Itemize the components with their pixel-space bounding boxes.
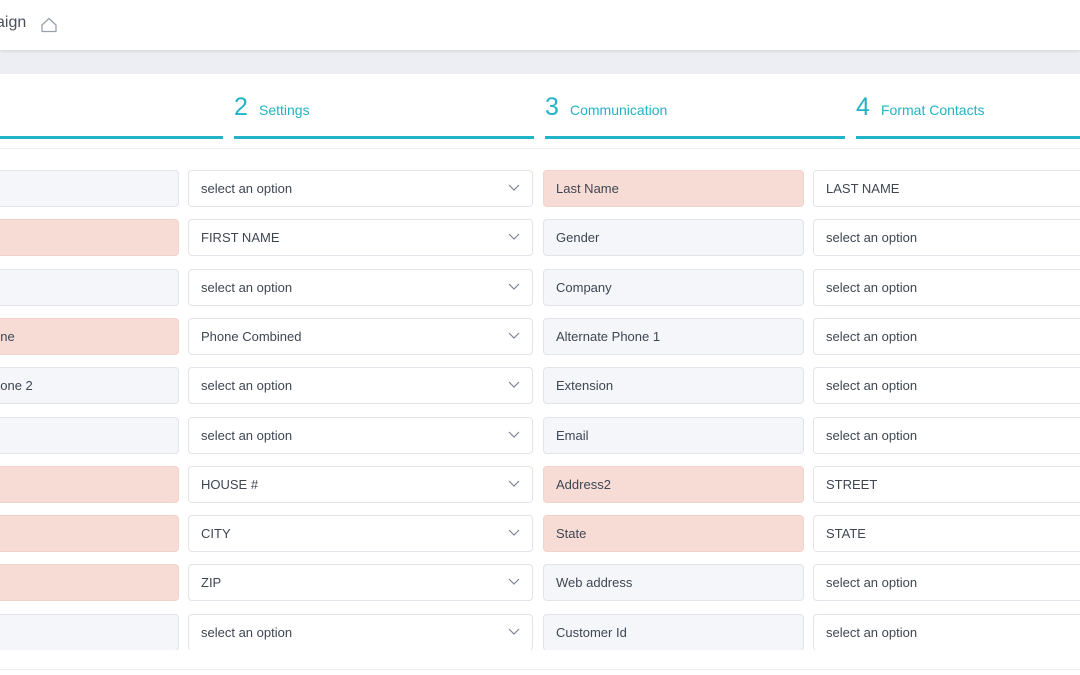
mapping-select[interactable]: select an option [188, 170, 533, 207]
mapping-row: select an option Email select an option [0, 416, 1080, 454]
mapping-select[interactable]: FIRST NAME [188, 219, 533, 257]
mapping-select[interactable]: select an option [813, 613, 1080, 650]
mapping-select[interactable]: select an option [188, 613, 533, 650]
top-bar: aign [0, 0, 1080, 50]
source-field-label: Company [543, 268, 804, 306]
source-field-label: hone 2 [0, 367, 179, 405]
mapping-select[interactable]: STATE [813, 515, 1080, 553]
mapping-row: e ZIP Web address select an option [0, 564, 1080, 602]
mapping-select[interactable]: select an option [813, 268, 1080, 306]
mapping-select[interactable]: select an option [813, 564, 1080, 602]
mapping-select[interactable]: select an option [813, 416, 1080, 454]
select-value: select an option [826, 624, 918, 640]
source-field-label: e [0, 564, 179, 602]
source-field-label: one [0, 317, 179, 355]
page-title: aign [0, 14, 27, 31]
mapping-select[interactable]: STREET [813, 465, 1080, 503]
chevron-down-icon [508, 184, 520, 191]
chevron-down-icon [508, 381, 520, 389]
chevron-down-icon [508, 431, 520, 438]
select-value: select an option [201, 427, 293, 443]
step-format-contacts-tab[interactable]: 4 Format Contacts [856, 92, 1080, 139]
chevron-down-icon [508, 628, 520, 635]
mapping-select[interactable]: select an option [188, 367, 533, 405]
chevron-down-icon [508, 578, 520, 586]
select-value: select an option [826, 575, 918, 591]
select-value: FIRST NAME [201, 230, 280, 246]
wizard-steps: 2 Settings 3 Communication 4 Format Cont… [0, 74, 1080, 149]
mapping-select[interactable]: Phone Combined [188, 317, 533, 355]
mapping-select[interactable]: select an option [813, 317, 1080, 355]
home-icon[interactable] [40, 16, 58, 34]
mapping-select[interactable]: select an option [813, 219, 1080, 257]
mapping-row: hone 2 select an option Extension select an… [0, 367, 1080, 405]
step-label: Format Contacts [881, 102, 985, 118]
step-label: Settings [259, 102, 310, 118]
mapping-row: CITY State STATE [0, 515, 1080, 553]
chevron-down-icon [508, 332, 520, 339]
mapping-row: FIRST NAME Gender select an option [0, 219, 1080, 257]
mapping-row: select an option Customer Id select an opt… [0, 613, 1080, 650]
source-field-label [0, 219, 179, 257]
select-value: select an option [201, 378, 293, 394]
source-field-label: Gender [543, 219, 804, 257]
source-field-label: Email [543, 416, 804, 454]
mapping-select[interactable]: select an option [813, 367, 1080, 405]
select-value: ZIP [201, 575, 222, 591]
select-value: select an option [201, 279, 293, 295]
mapping-select[interactable]: ZIP [188, 564, 533, 602]
chevron-down-icon [508, 480, 520, 487]
mapping-select[interactable]: select an option [188, 416, 533, 454]
step-communication-tab[interactable]: 3 Communication [545, 92, 845, 139]
mapping-select[interactable]: select an option [188, 268, 533, 306]
source-field-label: State [543, 515, 804, 553]
select-value: CITY [201, 526, 231, 542]
step-number: 4 [856, 93, 870, 121]
step-1-tab[interactable] [0, 92, 223, 139]
select-value: select an option [826, 427, 918, 443]
source-field-label [0, 515, 179, 553]
select-value: select an option [826, 328, 918, 344]
select-value: select an option [826, 230, 918, 246]
source-field-label: Customer Id [543, 613, 804, 650]
select-value: select an option [826, 279, 918, 295]
divider [0, 669, 1080, 670]
source-field-label: Web address [543, 564, 804, 602]
source-field-label [0, 170, 179, 207]
source-field-label [0, 268, 179, 306]
select-value: STATE [826, 526, 866, 542]
select-value: select an option [826, 378, 918, 394]
mapping-row: HOUSE # Address2 STREET [0, 465, 1080, 503]
step-settings-tab[interactable]: 2 Settings [234, 92, 534, 139]
mapping-row: select an option Last Name LAST NAME [0, 170, 1080, 207]
select-value: HOUSE # [201, 476, 259, 492]
select-value: LAST NAME [826, 181, 900, 196]
source-field-label [0, 465, 179, 503]
step-number: 3 [545, 93, 559, 121]
mapping-select[interactable]: LAST NAME [813, 170, 1080, 207]
chevron-down-icon [508, 283, 520, 290]
mapping-row: select an option Company select an option [0, 268, 1080, 306]
select-value: Phone Combined [201, 328, 302, 344]
select-value: select an option [201, 181, 293, 196]
source-field-label: Alternate Phone 1 [543, 317, 804, 355]
source-field-label: Last Name [543, 170, 804, 207]
mapping-select[interactable]: HOUSE # [188, 465, 533, 503]
wizard-panel: 2 Settings 3 Communication 4 Format Cont… [0, 74, 1080, 675]
select-value: select an option [201, 624, 293, 640]
source-field-label [0, 613, 179, 650]
chevron-down-icon [508, 529, 520, 536]
chevron-down-icon [508, 233, 520, 241]
source-field-label: Address2 [543, 465, 804, 503]
mapping-row: one Phone Combined Alternate Phone 1 select… [0, 317, 1080, 355]
source-field-label [0, 416, 179, 454]
field-mapping-list: select an option Last Name LAST NAME FIRST … [0, 170, 1080, 650]
source-field-label: Extension [543, 367, 804, 405]
step-number: 2 [234, 93, 248, 121]
select-value: STREET [826, 476, 878, 492]
step-label: Communication [570, 102, 668, 118]
mapping-select[interactable]: CITY [188, 515, 533, 553]
